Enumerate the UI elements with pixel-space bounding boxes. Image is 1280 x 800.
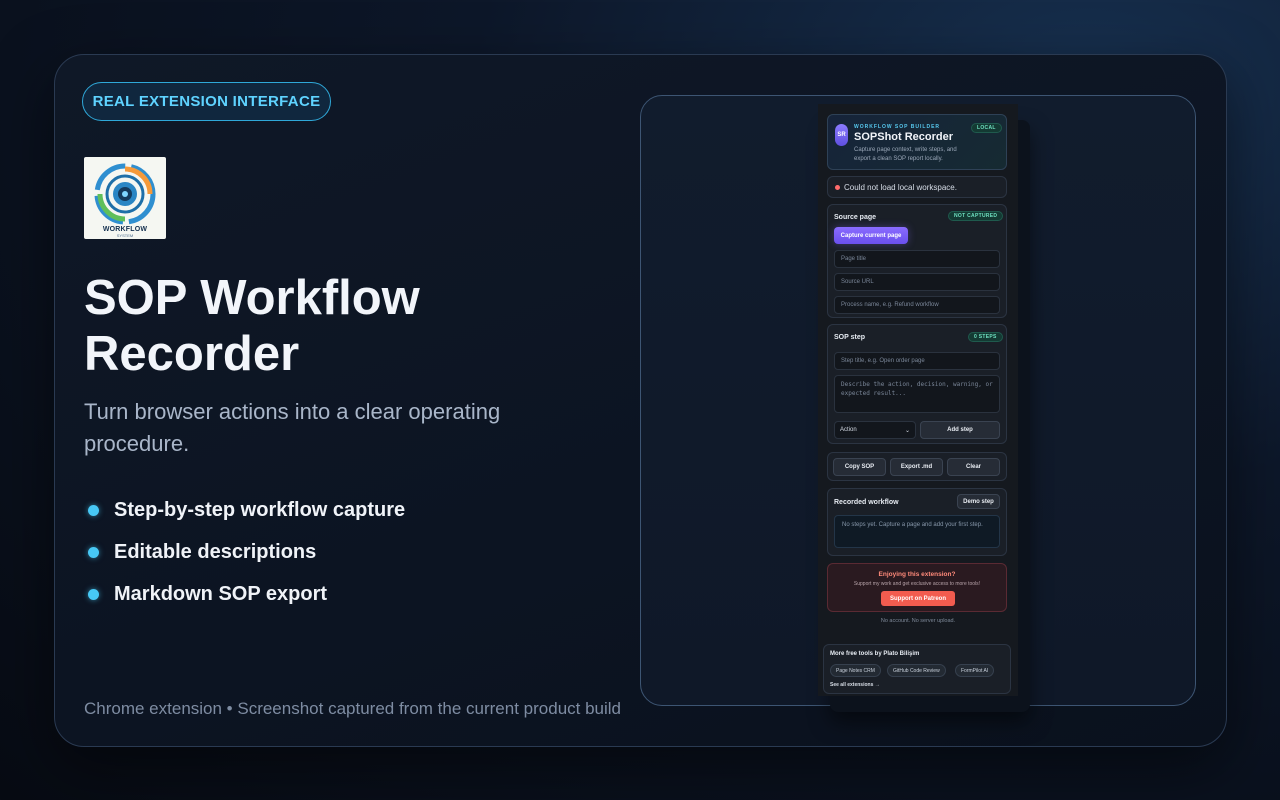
footer-note: Chrome extension • Screenshot captured f…	[84, 699, 622, 718]
recorded-workflow-section: Recorded workflow Demo step No steps yet…	[827, 488, 1007, 556]
source-url-input[interactable]: Source URL	[834, 273, 1000, 291]
feature-item: Step-by-step workflow capture	[88, 489, 405, 531]
demo-step-button[interactable]: Demo step	[957, 494, 1000, 509]
bullet-dot-icon	[88, 588, 99, 600]
feature-list: Step-by-step workflow capture Editable d…	[88, 489, 405, 615]
export-md-button[interactable]: Export .md	[890, 458, 943, 476]
step-section-title: SOP step	[834, 334, 865, 341]
feature-label: Editable descriptions	[114, 540, 317, 563]
export-actions: Copy SOP Export .md Clear	[827, 452, 1007, 481]
page-subtitle: Turn browser actions into a clear operat…	[84, 399, 501, 456]
step-type-value: Action	[840, 427, 857, 433]
support-description: Support my work and get exclusive access…	[853, 581, 981, 587]
copy-sop-button[interactable]: Copy SOP	[833, 458, 886, 476]
source-title: Source page	[834, 214, 877, 221]
chevron-down-icon: ⌄	[904, 427, 910, 434]
feature-item: Markdown SOP export	[88, 573, 405, 615]
logo-text: WORKFLOW	[102, 226, 148, 233]
step-type-select[interactable]: Action ⌄	[834, 421, 916, 439]
see-all-extensions-link[interactable]: See all extensions →	[830, 682, 880, 688]
interface-badge: REAL EXTENSION INTERFACE	[82, 82, 331, 121]
privacy-note: No account. No server upload.	[880, 618, 956, 624]
feature-label: Step-by-step workflow capture	[114, 498, 406, 521]
step-description-textarea[interactable]: Describe the action, decision, warning, …	[834, 375, 1000, 413]
support-banner: Enjoying this extension? Support my work…	[827, 563, 1007, 612]
tool-chip-formpilot[interactable]: FormPilot AI	[955, 664, 995, 677]
extension-header: SR WORKFLOW SOP BUILDER SOPShot Recorder…	[827, 114, 1007, 170]
logo-subtext: SYSTEM	[116, 233, 134, 238]
header-kicker: WORKFLOW SOP BUILDER	[854, 124, 941, 130]
add-step-button[interactable]: Add step	[920, 421, 1000, 439]
capture-status-badge: NOT CAPTURED	[948, 211, 1004, 221]
step-title-input[interactable]: Step title, e.g. Open order page	[834, 352, 1000, 370]
capture-page-button[interactable]: Capture current page	[834, 227, 908, 244]
process-name-input[interactable]: Process name, e.g. Refund workflow	[834, 296, 1000, 314]
extension-popup: SR WORKFLOW SOP BUILDER SOPShot Recorder…	[818, 104, 1018, 696]
empty-state: No steps yet. Capture a page and add you…	[834, 515, 1000, 548]
support-title: Enjoying this extension?	[878, 571, 956, 578]
error-dot-icon	[835, 185, 840, 190]
page-title-input[interactable]: Page title	[834, 250, 1000, 268]
recorded-title: Recorded workflow	[834, 499, 899, 506]
extension-title: SOPShot Recorder	[854, 131, 954, 143]
workflow-logo: WORKFLOW SYSTEM	[84, 157, 166, 239]
workflow-cycle-icon	[94, 163, 156, 225]
source-page-section: Source page NOT CAPTURED Capture current…	[827, 204, 1007, 318]
more-tools-title: More free tools by Plato Bilişim	[830, 651, 920, 657]
tool-chip-github-review[interactable]: GitHub Code Review	[887, 664, 946, 677]
more-tools-section: More free tools by Plato Bilişim Page No…	[823, 644, 1011, 694]
error-text: Could not load local workspace.	[844, 183, 957, 192]
sop-step-section: SOP step 0 STEPS Step title, e.g. Open o…	[827, 324, 1007, 444]
app-avatar: SR	[835, 124, 848, 146]
feature-item: Editable descriptions	[88, 531, 405, 573]
feature-label: Markdown SOP export	[114, 582, 328, 605]
bullet-dot-icon	[88, 546, 99, 558]
step-count-badge: 0 STEPS	[968, 332, 1003, 342]
local-badge: LOCAL	[971, 123, 1002, 133]
tool-chip-page-notes[interactable]: Page Notes CRM	[830, 664, 881, 677]
bullet-dot-icon	[88, 504, 99, 516]
clear-button[interactable]: Clear	[947, 458, 1000, 476]
extension-description: Capture page context, write steps, and e…	[854, 147, 957, 162]
patreon-button[interactable]: Support on Patreon	[881, 591, 955, 606]
page-title: SOP Workflow Recorder	[84, 271, 420, 381]
error-alert: Could not load local workspace.	[827, 176, 1007, 198]
